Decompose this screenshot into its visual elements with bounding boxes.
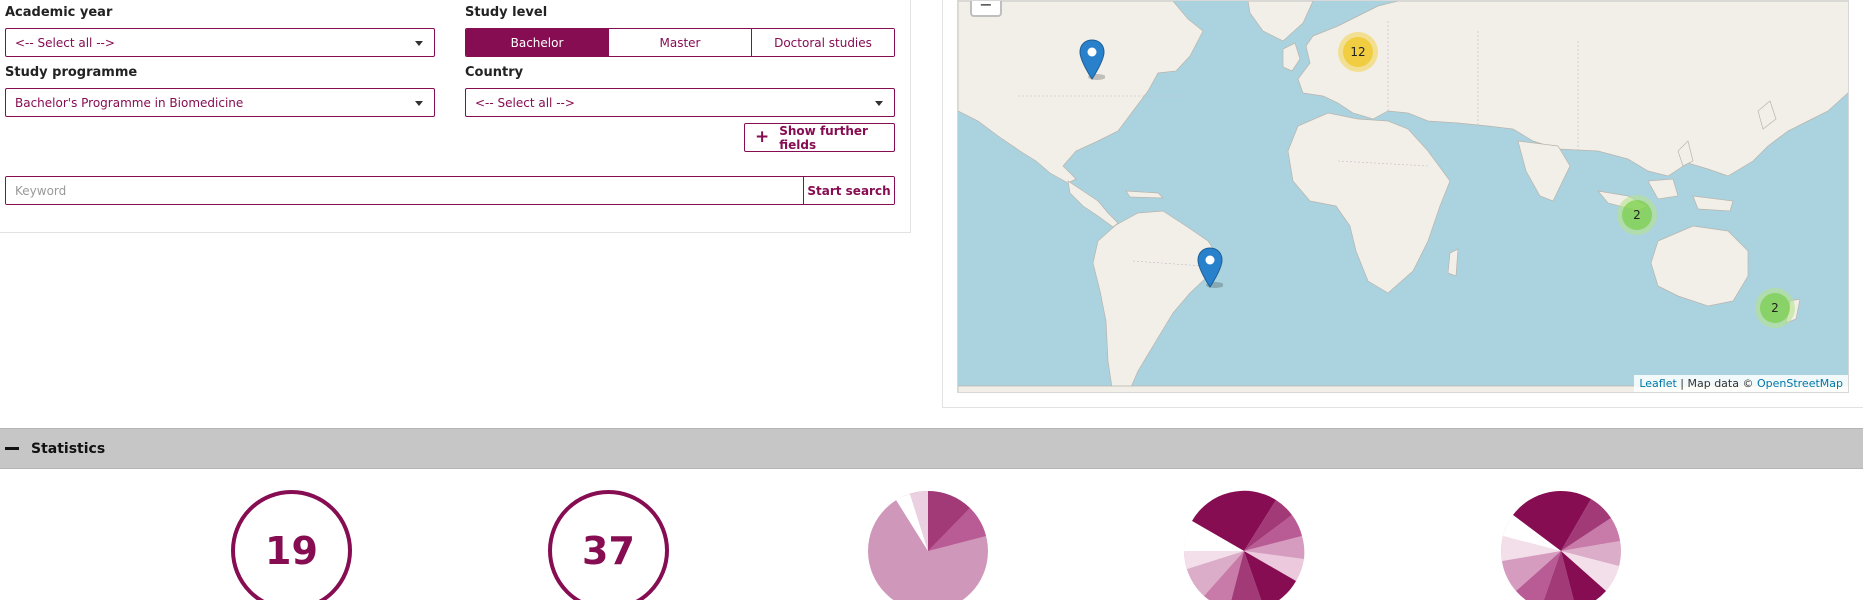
land-central-america	[1067, 180, 1119, 228]
cluster-count: 2	[1760, 293, 1790, 323]
marker-cluster[interactable]: 2	[1755, 288, 1795, 328]
country-value: <-- Select all -->	[475, 95, 575, 110]
show-further-fields-label: Show further fields	[779, 123, 868, 152]
pie-chart	[1501, 490, 1621, 600]
attribution-separator: | Map data ©	[1676, 377, 1757, 390]
study-programme-select[interactable]: Bachelor's Programme in Biomedicine	[5, 88, 435, 117]
land-india	[1517, 140, 1571, 202]
land-caribbean	[1125, 190, 1164, 199]
cluster-count: 12	[1343, 37, 1373, 67]
openstreetmap-link[interactable]: OpenStreetMap	[1757, 377, 1843, 390]
marker-cluster[interactable]: 2	[1617, 195, 1657, 235]
study-level-label: Study level	[465, 5, 548, 20]
leaflet-link[interactable]: Leaflet	[1639, 377, 1676, 390]
marker-cluster[interactable]: 12	[1338, 32, 1378, 72]
academic-year-select[interactable]: <-- Select all -->	[5, 28, 435, 57]
map-attribution: Leaflet | Map data © OpenStreetMap	[1634, 375, 1848, 392]
page: Academic year <-- Select all --> Study l…	[0, 0, 1863, 600]
land-borneo	[1647, 178, 1679, 200]
land-new-guinea	[1692, 195, 1734, 212]
study-level-toggle: Bachelor Master Doctoral studies	[465, 28, 895, 57]
country-label: Country	[465, 65, 524, 80]
filter-panel: Academic year <-- Select all --> Study l…	[0, 0, 911, 233]
academic-year-label: Academic year	[5, 5, 113, 20]
academic-year-value: <-- Select all -->	[15, 35, 115, 50]
keyword-input[interactable]	[6, 177, 803, 204]
land-south-america	[1092, 210, 1221, 392]
study-level-doctoral[interactable]: Doctoral studies	[751, 29, 894, 56]
land-uk	[1282, 42, 1301, 72]
land-africa	[1287, 112, 1451, 294]
keyword-search: Start search	[5, 176, 895, 205]
study-programme-label: Study programme	[5, 65, 138, 80]
zoom-out-button[interactable]: −	[970, 1, 1002, 17]
pie-chart	[1184, 490, 1305, 600]
plus-icon: +	[755, 127, 770, 147]
chevron-down-icon	[415, 41, 423, 46]
stat-circle: 19	[231, 490, 352, 600]
chevron-down-icon	[415, 101, 423, 106]
country-select[interactable]: <-- Select all -->	[465, 88, 895, 117]
land-greenland	[1247, 1, 1314, 42]
chevron-down-icon	[875, 101, 883, 106]
pie-chart	[868, 490, 988, 600]
map-pin-icon[interactable]	[1079, 39, 1105, 80]
show-further-fields-button[interactable]: + Show further fields	[744, 123, 895, 152]
start-search-button[interactable]: Start search	[803, 177, 894, 204]
study-level-bachelor[interactable]: Bachelor	[466, 29, 608, 56]
land-australia	[1650, 225, 1749, 307]
world-map[interactable]: − 12 2 2 Leaflet | Map data © OpenStreet…	[957, 0, 1849, 393]
study-level-master[interactable]: Master	[608, 29, 751, 56]
map-pin-icon[interactable]	[1197, 247, 1223, 288]
stat-circle: 37	[548, 490, 669, 600]
statistics-header[interactable]: Statistics	[0, 428, 1863, 469]
collapse-icon	[5, 447, 19, 450]
land-north-america	[958, 1, 1204, 184]
statistics-title: Statistics	[31, 440, 106, 457]
cluster-count: 2	[1622, 200, 1652, 230]
land-madagascar	[1447, 248, 1459, 277]
study-programme-value: Bachelor's Programme in Biomedicine	[15, 95, 244, 110]
